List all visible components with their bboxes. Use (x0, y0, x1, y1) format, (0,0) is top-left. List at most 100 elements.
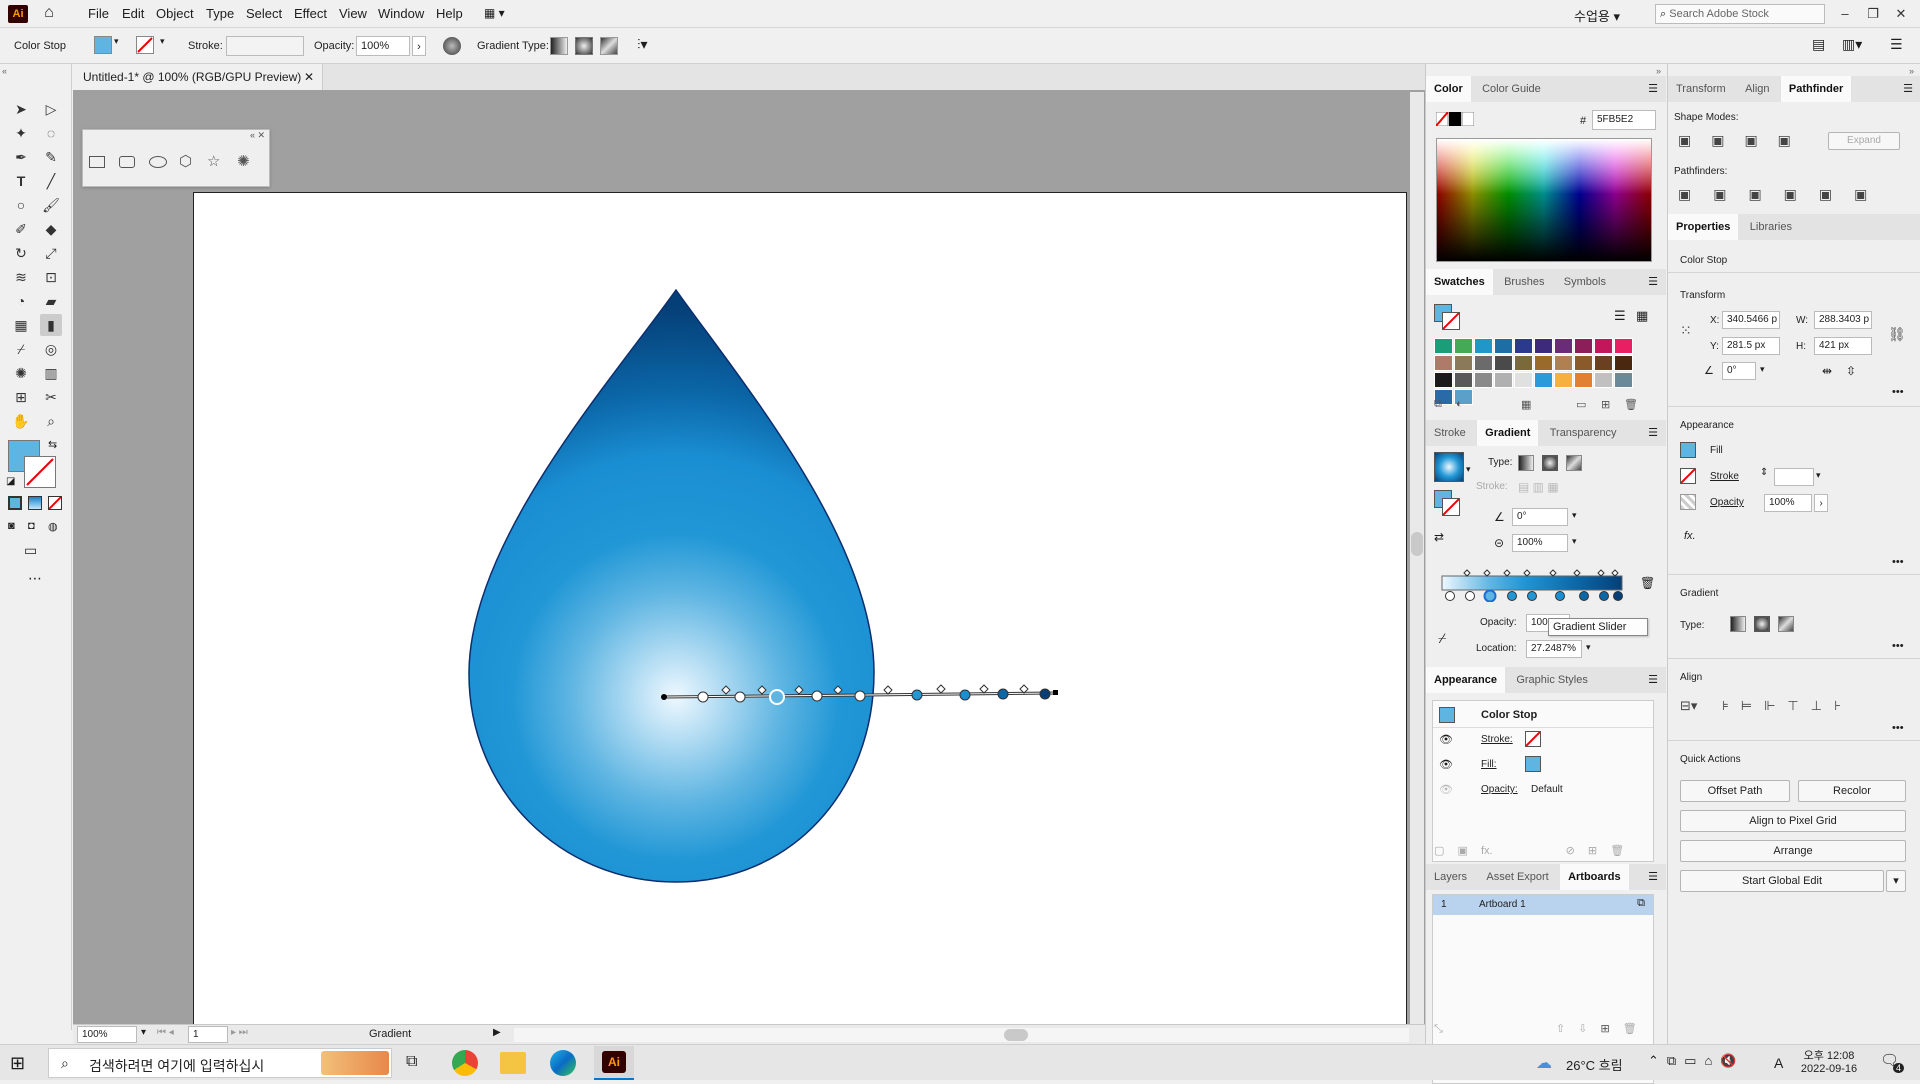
swatch-cell[interactable] (1494, 338, 1513, 354)
swatch-cell[interactable] (1434, 355, 1453, 371)
align-buttons-icons[interactable]: ⊧⊨⊩⊤⊥⊦ (1722, 698, 1853, 714)
swatch-cell[interactable] (1554, 355, 1573, 371)
swatch-cell[interactable] (1514, 372, 1533, 388)
swatch-cell[interactable] (1474, 355, 1493, 371)
water-drop-shape[interactable] (468, 288, 875, 883)
prop-radial-gradient-icon[interactable] (1754, 616, 1770, 632)
horizontal-scrollbar[interactable] (514, 1028, 1409, 1042)
prop-fill-swatch[interactable] (1680, 442, 1696, 458)
artboard-number-field[interactable]: 1 (188, 1026, 228, 1043)
layers-menu-icon[interactable]: ☰ (1648, 870, 1658, 883)
horizontal-scroll-thumb[interactable] (1004, 1029, 1028, 1041)
tab-swatches[interactable]: Swatches (1426, 269, 1493, 295)
flip-horizontal-icon[interactable]: ⇹ (1822, 364, 1832, 378)
list-view-icon[interactable]: ☰ (1614, 308, 1626, 324)
gradient-freeform-icon[interactable] (1566, 455, 1582, 471)
tab-libraries[interactable]: Libraries (1742, 214, 1800, 240)
prop-opacity-field[interactable]: 100% (1764, 494, 1812, 512)
move-down-icon[interactable]: ⇩ (1578, 1023, 1587, 1035)
prop-opacity-label[interactable]: Opacity (1710, 497, 1744, 508)
appearance-more-icon[interactable]: ••• (1892, 556, 1904, 568)
swatch-stroke-indicator[interactable] (1442, 312, 1460, 330)
dock-collapse-icon[interactable]: » (1656, 66, 1661, 76)
artboard-options-icon[interactable]: ⧉ (1637, 897, 1645, 910)
tab-appearance[interactable]: Appearance (1426, 667, 1505, 693)
tab-stroke[interactable]: Stroke (1426, 420, 1474, 446)
transform-more-icon[interactable]: ••• (1892, 386, 1904, 398)
rearrange-artboards-icon[interactable]: ⤡ (1434, 1023, 1443, 1035)
tab-transparency[interactable]: Transparency (1542, 420, 1625, 446)
constrain-proportions-icon[interactable]: ⛓ (1888, 326, 1906, 343)
swatch-cell[interactable] (1614, 372, 1633, 388)
artboard-row[interactable]: 1 Artboard 1 ⧉ (1433, 895, 1653, 915)
swatch-cell[interactable] (1534, 355, 1553, 371)
status-arrow-icon[interactable]: ▶ (493, 1027, 501, 1038)
duplicate-item-icon[interactable]: ⊞ (1588, 845, 1597, 857)
delete-swatch-icon[interactable]: 🗑 (1624, 398, 1638, 411)
clear-appearance-icon[interactable]: ⊘ (1566, 845, 1575, 857)
stop-location-field[interactable]: 27.2487% (1526, 640, 1582, 658)
add-stroke-icon[interactable]: ▣ (1457, 845, 1467, 857)
stroke-visibility-eye-icon[interactable]: 👁 (1439, 733, 1453, 746)
appearance-opacity-label[interactable]: Opacity: (1481, 784, 1518, 795)
swatch-cell[interactable] (1474, 372, 1493, 388)
delete-stop-icon[interactable]: 🗑 (1640, 576, 1655, 590)
swatch-cell[interactable] (1574, 372, 1593, 388)
swatch-cell[interactable] (1434, 338, 1453, 354)
fill-visibility-eye-icon[interactable]: 👁 (1439, 758, 1453, 771)
edge-icon[interactable] (550, 1050, 576, 1076)
gradient-stroke-box[interactable] (1442, 498, 1460, 516)
new-color-group-icon[interactable]: ▭ (1576, 398, 1586, 411)
swatches-menu-icon[interactable]: ☰ (1648, 275, 1658, 288)
swatch-cell[interactable] (1554, 372, 1573, 388)
swatch-cell[interactable] (1474, 338, 1493, 354)
tab-brushes[interactable]: Brushes (1496, 269, 1552, 295)
prop-stroke-label[interactable]: Stroke (1710, 471, 1739, 482)
gradient-linear-icon[interactable] (1518, 455, 1534, 471)
panel-view-icon[interactable]: ▥▾ (1842, 36, 1862, 53)
zoom-field[interactable]: 100% (77, 1026, 137, 1043)
weather-text[interactable]: 26°C 흐림 (1566, 1055, 1623, 1074)
system-tray-icons[interactable]: ⌃⧉▭⌂🔇 (1648, 1053, 1745, 1069)
shape-mode-icons[interactable]: ▣▣▣▣ (1678, 132, 1811, 149)
swatch-grid[interactable] (1434, 338, 1638, 405)
swatch-cell[interactable] (1534, 372, 1553, 388)
windows-start-icon[interactable]: ⊞ (10, 1053, 25, 1074)
taskbar-search[interactable]: ⌕ 검색하려면 여기에 입력하십시 (48, 1048, 392, 1078)
hex-input[interactable]: 5FB5E2 (1592, 110, 1656, 130)
color-stroke-fill-swatches[interactable] (1435, 111, 1475, 127)
color-panel-menu-icon[interactable]: ☰ (1648, 82, 1658, 95)
swatch-cell[interactable] (1454, 355, 1473, 371)
swatch-cell[interactable] (1554, 338, 1573, 354)
appearance-fill-label[interactable]: Fill: (1481, 759, 1497, 770)
swatch-cell[interactable] (1594, 338, 1613, 354)
tab-asset-export[interactable]: Asset Export (1478, 864, 1556, 890)
gradient-presets-dropdown-icon[interactable]: ▾ (1466, 464, 1471, 475)
workspace-switcher[interactable]: 수업용 ▾ (1574, 6, 1620, 25)
gradient-thumbnail[interactable] (1434, 452, 1464, 482)
expand-button[interactable]: Expand (1828, 132, 1900, 150)
stock-search[interactable]: ⌕ Search Adobe Stock (1655, 4, 1825, 24)
prop-freeform-gradient-icon[interactable] (1778, 616, 1794, 632)
right-dock-collapse-icon[interactable]: » (1909, 66, 1914, 76)
tab-align[interactable]: Align (1737, 76, 1777, 102)
swatch-cell[interactable] (1574, 355, 1593, 371)
location-dropdown-icon[interactable]: ▾ (1586, 642, 1591, 653)
swatch-libraries-icon[interactable]: ⧉ (1434, 398, 1442, 411)
restore-icon[interactable]: ❐ (1862, 4, 1884, 24)
tab-symbols[interactable]: Symbols (1556, 269, 1614, 295)
taskbar-clock[interactable]: 오후 12:08 2022-09-16 (1798, 1047, 1860, 1075)
thumbnail-view-icon[interactable]: ▦ (1636, 308, 1648, 324)
reference-point-icon[interactable]: ⁙ (1680, 322, 1692, 339)
reverse-gradient-icon[interactable]: ⇄ (1434, 530, 1444, 544)
prop-fx-button[interactable]: fx. (1684, 530, 1696, 542)
tab-gradient[interactable]: Gradient (1477, 420, 1539, 446)
arrange-icon[interactable]: ▤ (1812, 36, 1825, 53)
appearance-menu-icon[interactable]: ☰ (1648, 673, 1658, 686)
tab-pathfinder[interactable]: Pathfinder (1780, 76, 1852, 102)
swatch-kind-icon[interactable]: ◐ (1456, 398, 1463, 410)
pathfinder-icons[interactable]: ▣▣▣▣▣▣ (1678, 186, 1889, 203)
tab-transform[interactable]: Transform (1668, 76, 1734, 102)
swatch-cell[interactable] (1534, 338, 1553, 354)
tab-layers[interactable]: Layers (1426, 864, 1475, 890)
